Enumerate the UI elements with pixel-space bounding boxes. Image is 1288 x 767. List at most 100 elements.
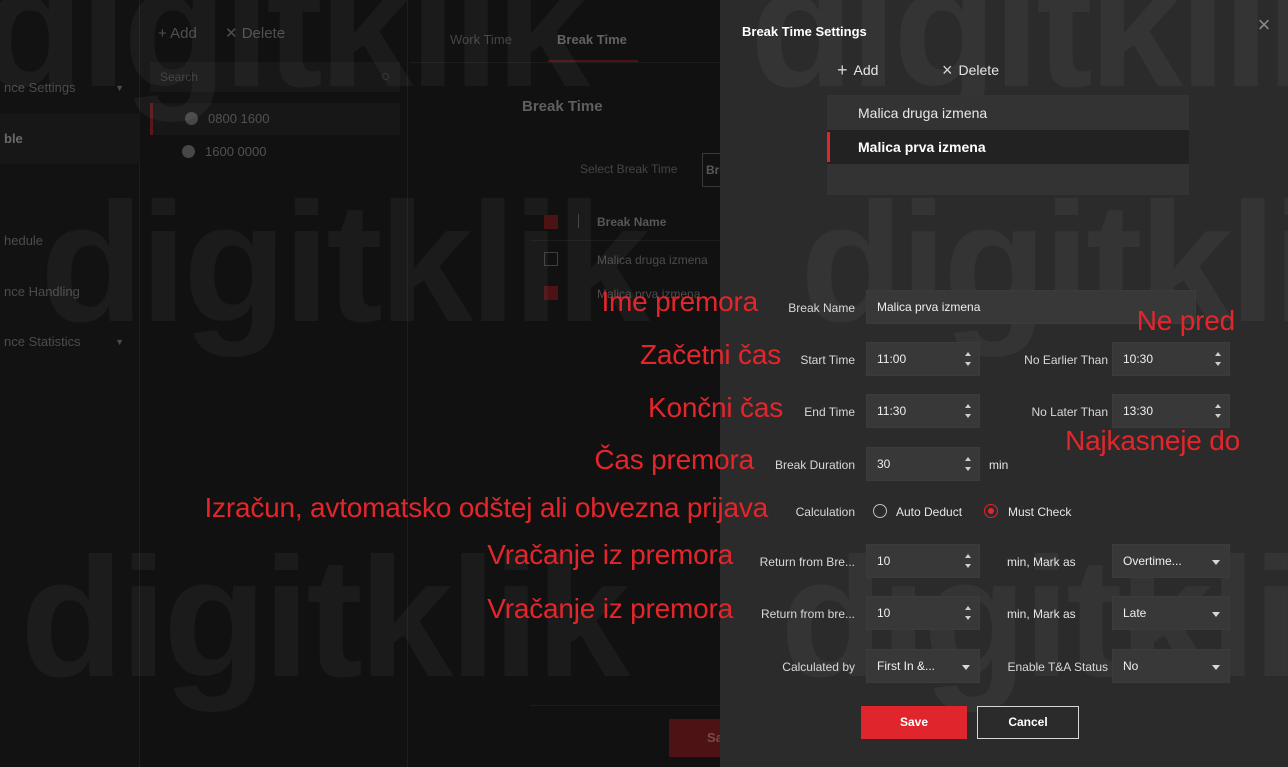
start-time-value: 11:00: [877, 352, 907, 366]
break-list: Malica druga izmena Malica prva izmena: [827, 95, 1189, 195]
sidebar-item-timetable[interactable]: ble: [0, 114, 140, 164]
no-earlier-than-field[interactable]: 10:30: [1112, 342, 1230, 376]
mark-as-label: min, Mark as: [1007, 607, 1076, 621]
close-icon[interactable]: ×: [1254, 14, 1274, 36]
return-from-break-early-value: 10: [877, 554, 891, 568]
break-duration-label: Break Duration: [774, 458, 855, 472]
enable-ta-status-label: Enable T&A Status: [1007, 660, 1108, 674]
enable-ta-status-value: No: [1123, 659, 1139, 673]
delete-break-button[interactable]: × Delete: [942, 60, 999, 81]
sidebar-item-attendance-statistics[interactable]: nce Statistics ▼: [0, 317, 140, 367]
spinner-icon[interactable]: [965, 404, 972, 418]
no-earlier-than-value: 10:30: [1123, 352, 1154, 366]
return-from-break-early-label: Return from Bre...: [759, 555, 855, 569]
auto-deduct-radio[interactable]: [873, 504, 887, 518]
calculated-by-select[interactable]: First In &...: [866, 649, 980, 683]
tab-work-time[interactable]: Work Time: [450, 32, 512, 47]
add-button[interactable]: + Add: [158, 25, 197, 42]
row-checkbox[interactable]: [544, 286, 558, 300]
end-time-field[interactable]: 11:30: [866, 394, 980, 428]
sidebar-item-label: ble: [4, 131, 23, 146]
annotation-return-from-break-late: Vračanje iz premora: [487, 593, 733, 624]
list-item-label: 0800 1600: [208, 111, 270, 126]
background-app: nce Settings ▼ ble hedule nce Handling n…: [0, 0, 720, 767]
save-button[interactable]: Save: [861, 706, 967, 739]
must-check-label[interactable]: Must Check: [1008, 505, 1071, 519]
add-break-button[interactable]: + Add: [837, 60, 878, 81]
section-title: Break Time: [522, 98, 603, 115]
spinner-icon[interactable]: [965, 352, 972, 366]
select-all-checkbox[interactable]: [544, 215, 558, 229]
sidebar-item-label: nce Settings: [4, 80, 76, 95]
list-item[interactable]: 1600 0000: [150, 136, 400, 168]
list-item[interactable]: Malica prva izmena: [827, 130, 1189, 164]
return-from-break-late-field[interactable]: 10: [866, 596, 980, 630]
annotation-break-duration: Čas premora: [594, 444, 754, 475]
list-item-label: 1600 0000: [205, 144, 267, 159]
annotation-calculation: Izračun, avtomatsko odštej ali obvezna p…: [204, 492, 768, 523]
chevron-down-icon: [1212, 560, 1220, 565]
row-checkbox[interactable]: [544, 252, 558, 266]
no-later-than-field[interactable]: 13:30: [1112, 394, 1230, 428]
return-from-break-late-label: Return from bre...: [760, 607, 855, 621]
break-duration-field[interactable]: 30: [866, 447, 980, 481]
annotation-no-later-than: Najkasneje do: [1065, 425, 1240, 456]
search-input[interactable]: Search ○: [150, 62, 400, 92]
delete-button[interactable]: ✕ Delete: [225, 25, 285, 42]
cancel-button[interactable]: Cancel: [977, 706, 1079, 739]
add-label: Add: [853, 62, 879, 78]
sidebar-item-label: nce Handling: [4, 284, 80, 299]
annotation-break-name: Ime premora: [601, 286, 758, 317]
search-placeholder: Search: [160, 70, 199, 84]
mark-as-value: Overtime...: [1123, 554, 1182, 568]
spinner-icon[interactable]: [965, 457, 972, 471]
sidebar: nce Settings ▼ ble hedule nce Handling n…: [0, 0, 140, 767]
annotation-start-time: Začetni čas: [640, 339, 781, 370]
sidebar-item-schedule[interactable]: hedule: [0, 216, 140, 266]
sidebar-item-attendance-settings[interactable]: nce Settings ▼: [0, 63, 140, 113]
chevron-down-icon: [1212, 665, 1220, 670]
return-from-break-late-value: 10: [877, 606, 891, 620]
spinner-icon[interactable]: [965, 554, 972, 568]
enable-ta-status-select[interactable]: No: [1112, 649, 1230, 683]
mark-as-label: min, Mark as: [1007, 555, 1076, 569]
end-time-label: End Time: [804, 405, 855, 419]
must-check-radio[interactable]: [984, 504, 998, 518]
timetable-list-panel: + Add ✕ Delete Search ○ 0800 1600 1600 0…: [148, 0, 408, 767]
search-icon[interactable]: ○: [381, 62, 390, 92]
annotation-end-time: Končni čas: [648, 392, 783, 423]
auto-deduct-label[interactable]: Auto Deduct: [896, 505, 962, 519]
return-from-break-early-field[interactable]: 10: [866, 544, 980, 578]
no-earlier-than-label: No Earlier Than: [1024, 353, 1108, 367]
break-name-label: Break Name: [788, 301, 855, 315]
select-break-time-label: Select Break Time: [580, 162, 678, 176]
divider: [578, 214, 579, 228]
return-early-mark-as-select[interactable]: Overtime...: [1112, 544, 1230, 578]
calculation-label: Calculation: [795, 505, 855, 519]
start-time-field[interactable]: 11:00: [866, 342, 980, 376]
spinner-icon[interactable]: [1215, 404, 1222, 418]
plus-icon: +: [837, 60, 848, 80]
list-item[interactable]: Malica druga izmena: [827, 96, 1189, 130]
start-time-label: Start Time: [800, 353, 855, 367]
close-icon: ×: [942, 60, 953, 80]
delete-label: Delete: [958, 62, 999, 78]
spinner-icon[interactable]: [1215, 352, 1222, 366]
select-break-time-field[interactable]: Bre: [702, 153, 720, 187]
mark-as-value: Late: [1123, 606, 1147, 620]
divider: [410, 62, 720, 63]
chevron-down-icon: [962, 665, 970, 670]
break-time-settings-dialog: digitklik digitklik digitklik Break Time…: [720, 0, 1288, 767]
table-row[interactable]: Malica druga izmena: [597, 253, 708, 267]
save-button[interactable]: Save: [669, 719, 720, 757]
table-header-break-name: Break Name: [597, 215, 667, 229]
chevron-down-icon: ▼: [115, 83, 124, 93]
tab-break-time[interactable]: Break Time: [557, 32, 627, 47]
spinner-icon[interactable]: [965, 606, 972, 620]
list-item[interactable]: 0800 1600: [150, 103, 400, 135]
no-later-than-value: 13:30: [1123, 404, 1154, 418]
sidebar-item-attendance-handling[interactable]: nce Handling: [0, 267, 140, 317]
clock-icon: [182, 145, 195, 158]
return-late-mark-as-select[interactable]: Late: [1112, 596, 1230, 630]
annotation-no-earlier-than: Ne pred: [1136, 305, 1235, 336]
